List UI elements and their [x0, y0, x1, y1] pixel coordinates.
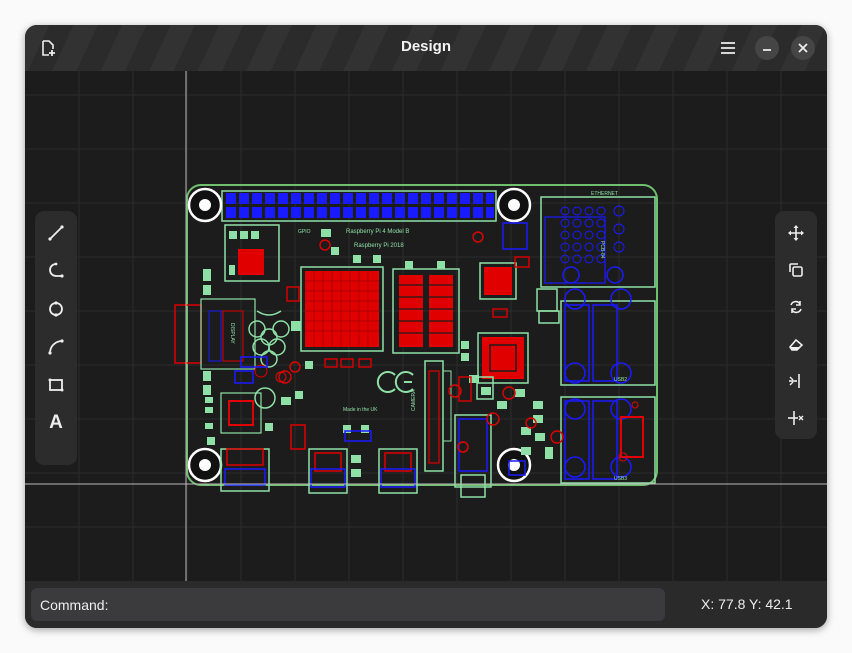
- drawing-canvas[interactable]: Raspberry Pi 4 Model B Raspberry Pi 2018…: [25, 71, 827, 581]
- polyline-tool-icon[interactable]: [35, 253, 77, 289]
- bottom-bar: Command: X: 77.8 Y: 42.1: [25, 581, 827, 628]
- hdmi-connectors: [308, 448, 418, 494]
- usb-controller: [477, 262, 529, 384]
- trim-icon[interactable]: [775, 363, 817, 399]
- close-icon[interactable]: [791, 36, 815, 60]
- board-text-ethernet: ETHERNET: [591, 191, 618, 197]
- rectangle-tool-icon[interactable]: [35, 367, 77, 403]
- board-text-camera: CAMERA: [411, 389, 417, 411]
- rotate-icon[interactable]: [775, 289, 817, 325]
- gpio-header: [221, 190, 497, 222]
- circle-tool-icon[interactable]: [35, 291, 77, 327]
- board-text-model: Raspberry Pi 4 Model B: [346, 229, 409, 235]
- grid: [25, 71, 827, 581]
- board-text-pcb-rev: PCB-84: [599, 241, 605, 259]
- board-text-made-in: Made in the UK: [343, 407, 378, 413]
- eraser-icon[interactable]: [775, 326, 817, 362]
- extend-icon[interactable]: [775, 400, 817, 436]
- ce-mark: [376, 371, 414, 393]
- camera-connector: [424, 360, 452, 472]
- soc-chip: [300, 266, 384, 352]
- pcb-drawing: Raspberry Pi 4 Model B Raspberry Pi 2018…: [25, 71, 827, 581]
- arc-tool-icon[interactable]: [35, 329, 77, 365]
- move-icon[interactable]: [775, 215, 817, 251]
- board-text-usb2: USB2: [614, 377, 627, 383]
- right-toolbar: [775, 211, 817, 439]
- line-tool-icon[interactable]: [35, 215, 77, 251]
- board-text-usb3: USB3: [614, 476, 627, 482]
- board-text-gpio: GPIO: [298, 229, 311, 235]
- minimize-icon[interactable]: [755, 36, 779, 60]
- cursor-coordinates: X: 77.8 Y: 42.1: [701, 596, 793, 612]
- copy-icon[interactable]: [775, 252, 817, 288]
- text-tool-icon[interactable]: A: [35, 405, 77, 441]
- ethernet-jack: [540, 196, 656, 288]
- hamburger-menu-icon[interactable]: [716, 36, 740, 60]
- board-text-display: DISPLAY: [229, 323, 235, 344]
- window-title: Design: [400, 38, 451, 55]
- wifi-module: [224, 224, 280, 282]
- board-text-year: Raspberry Pi 2018: [354, 243, 404, 249]
- left-toolbar: A: [35, 211, 77, 465]
- header-bar: Design: [25, 25, 827, 71]
- command-label: Command:: [40, 597, 109, 613]
- app-window: Design Raspberry Pi 4 Model B Raspberry …: [25, 25, 827, 628]
- usb-jacks: [560, 288, 656, 484]
- command-input[interactable]: Command:: [31, 588, 665, 621]
